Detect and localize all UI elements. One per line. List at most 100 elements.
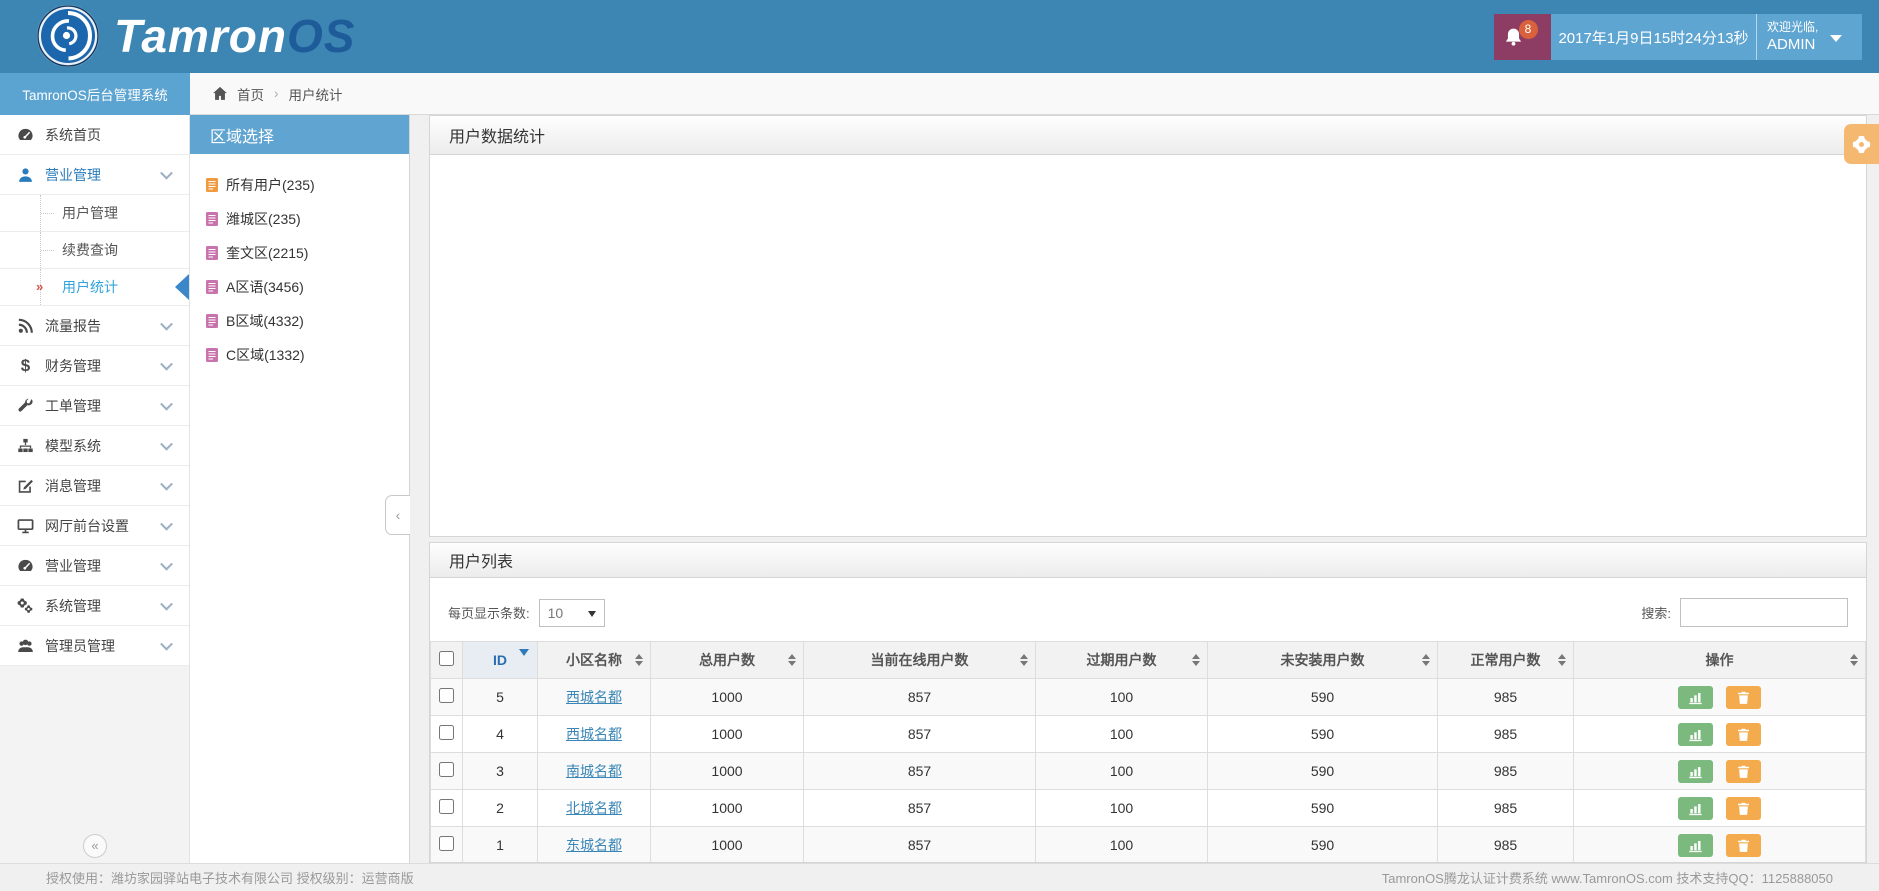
sidebar-item-label: 财务管理 (45, 357, 101, 374)
sidebar-item-workorder-mgmt[interactable]: 工单管理 (0, 386, 189, 426)
cell-normal: 985 (1437, 715, 1574, 753)
sidebar-item-renewal-query[interactable]: 续费查询 (0, 232, 189, 269)
sidebar-item-traffic-report[interactable]: 流量报告 (0, 306, 189, 346)
region-item-b[interactable]: B区域(4332) (206, 304, 409, 338)
search-input[interactable] (1680, 598, 1848, 627)
breadcrumb-home[interactable]: 首页 (237, 84, 264, 104)
community-link[interactable]: 西城名都 (566, 689, 622, 705)
sidebar-item-user-stats[interactable]: » 用户统计 (0, 269, 189, 306)
cell-expired: 100 (1035, 715, 1208, 753)
region-collapse-handle[interactable]: ‹ (385, 495, 410, 535)
view-chart-button[interactable] (1677, 722, 1713, 746)
row-checkbox[interactable] (439, 725, 454, 740)
region-panel: 区域选择 所有用户(235) 潍城区(235) 奎文区(2215) A区语(34… (190, 115, 410, 863)
sidebar-item-business-mgmt-2[interactable]: 营业管理 (0, 546, 189, 586)
cell-total: 1000 (650, 826, 804, 862)
chevron-down-icon (160, 597, 173, 611)
table-controls: 每页显示条数: 10 搜索: (430, 578, 1866, 641)
region-item-c[interactable]: C区域(1332) (206, 338, 409, 372)
sidebar-item-message-mgmt[interactable]: 消息管理 (0, 466, 189, 506)
delete-button[interactable] (1726, 796, 1762, 820)
delete-button[interactable] (1726, 759, 1762, 783)
notifications-button[interactable]: 8 (1494, 14, 1551, 60)
chevron-down-icon (160, 437, 173, 451)
wrench-icon (18, 398, 33, 412)
sidebar-item-finance-mgmt[interactable]: $ 财务管理 (0, 346, 189, 386)
sidebar-item-system-home[interactable]: 系统首页 (0, 115, 189, 155)
cell-expired: 100 (1035, 752, 1208, 790)
select-all-checkbox[interactable] (439, 651, 454, 666)
view-chart-button[interactable] (1677, 796, 1713, 820)
region-item-all-users[interactable]: 所有用户(235) (206, 168, 409, 202)
footer-support-text: TamronOS腾龙认证计费系统 www.TamronOS.com 技术支持QQ… (1381, 871, 1833, 886)
settings-flyout-button[interactable] (1844, 124, 1879, 164)
column-header-name[interactable]: 小区名称 (537, 641, 651, 679)
sidebar-item-webfront-settings[interactable]: 网厅前台设置 (0, 506, 189, 546)
view-chart-button[interactable] (1677, 833, 1713, 857)
sort-desc-icon (519, 649, 529, 661)
region-item-kuiwen[interactable]: 奎文区(2215) (206, 236, 409, 270)
user-list-panel: 用户列表 每页显示条数: 10 搜索: ID 小区名称 总用户数 当前在线用户数… (429, 542, 1867, 863)
community-link[interactable]: 南城名都 (566, 763, 622, 779)
region-item-a[interactable]: A区语(3456) (206, 270, 409, 304)
page-size-select[interactable]: 10 (538, 598, 605, 627)
community-link[interactable]: 西城名都 (566, 726, 622, 742)
row-checkbox[interactable] (439, 836, 454, 851)
header-datetime: 2017年1月9日15时24分13秒 (1551, 14, 1756, 60)
delete-button[interactable] (1726, 722, 1762, 746)
list-icon (206, 348, 218, 362)
chevron-down-icon (160, 397, 173, 411)
region-item-label: 所有用户(235) (226, 177, 315, 193)
column-header-normal[interactable]: 正常用户数 (1437, 641, 1574, 679)
column-header-expired[interactable]: 过期用户数 (1035, 641, 1208, 679)
chevron-down-icon (160, 317, 173, 331)
delete-button[interactable] (1726, 833, 1762, 857)
sidebar-item-business-mgmt[interactable]: 营业管理 (0, 155, 189, 195)
sidebar-item-label: 管理员管理 (45, 637, 115, 654)
cell-total: 1000 (650, 715, 804, 753)
delete-button[interactable] (1726, 685, 1762, 709)
cell-online: 857 (803, 826, 1036, 862)
sort-icon (1020, 650, 1028, 670)
sidebar-item-model-system[interactable]: 模型系统 (0, 426, 189, 466)
community-link[interactable]: 北城名都 (566, 800, 622, 816)
trash-icon (1738, 839, 1750, 852)
app-header: TamronOS 8 2017年1月9日15时24分13秒 欢迎光临, ADMI… (0, 0, 1879, 73)
table-row: 1 东城名都 1000 857 100 590 985 (430, 826, 1866, 862)
breadcrumb: 首页 › 用户统计 (190, 73, 1879, 115)
bar-chart-icon (1688, 692, 1702, 704)
sidebar-item-label: 系统首页 (45, 126, 101, 143)
row-checkbox[interactable] (439, 799, 454, 814)
bar-chart-icon (1688, 766, 1702, 778)
sidebar-item-system-mgmt[interactable]: 系统管理 (0, 586, 189, 626)
view-chart-button[interactable] (1677, 759, 1713, 783)
row-checkbox[interactable] (439, 762, 454, 777)
region-item-weicheng[interactable]: 潍城区(235) (206, 202, 409, 236)
user-menu-button[interactable]: 欢迎光临, ADMIN (1756, 14, 1862, 60)
column-header-id[interactable]: ID (462, 641, 538, 679)
system-title: TamronOS后台管理系统 (0, 73, 190, 115)
sidebar-collapse-button[interactable]: « (83, 834, 107, 858)
cell-id: 2 (462, 789, 538, 827)
user-icon (19, 167, 32, 182)
dollar-icon: $ (20, 355, 31, 375)
row-checkbox[interactable] (439, 688, 454, 703)
cell-expired: 100 (1035, 789, 1208, 827)
search-label: 搜索: (1641, 606, 1671, 621)
region-panel-title: 区域选择 (190, 115, 409, 154)
column-header-total[interactable]: 总用户数 (650, 641, 804, 679)
community-link[interactable]: 东城名都 (566, 837, 622, 853)
chevron-down-icon (160, 477, 173, 491)
breadcrumb-current: 用户统计 (288, 87, 343, 103)
column-header-online[interactable]: 当前在线用户数 (803, 641, 1036, 679)
user-stats-panel-title: 用户数据统计 (430, 116, 1866, 155)
view-chart-button[interactable] (1677, 685, 1713, 709)
cell-normal: 985 (1437, 678, 1574, 716)
sidebar-item-admin-mgmt[interactable]: 管理员管理 (0, 626, 189, 666)
column-header-actions[interactable]: 操作 (1573, 641, 1866, 679)
sidebar-item-label: 流量报告 (45, 317, 101, 334)
list-icon (206, 314, 218, 328)
column-header-uninstalled[interactable]: 未安装用户数 (1207, 641, 1438, 679)
sidebar-item-user-mgmt[interactable]: 用户管理 (0, 195, 189, 232)
brand: TamronOS (36, 4, 355, 68)
